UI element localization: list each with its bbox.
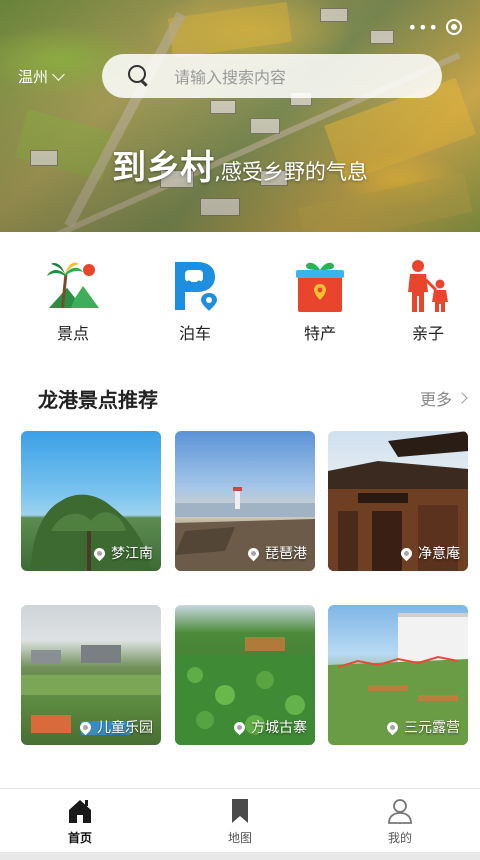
spot-card[interactable]: 方城古寨	[175, 605, 315, 745]
spot-name: 净意庵	[398, 543, 460, 563]
search-bar[interactable]: 请输入搜索内容	[102, 54, 442, 98]
chevron-down-icon	[52, 67, 65, 81]
location-pin-icon	[398, 545, 415, 561]
spot-name: 梦江南	[91, 543, 153, 563]
home-icon	[66, 797, 94, 825]
category-specialty[interactable]: 特产	[280, 258, 360, 344]
tab-home[interactable]: 首页	[40, 797, 120, 846]
more-link[interactable]: 更多	[419, 386, 468, 410]
category-label: 景点	[56, 324, 89, 343]
bookmark-icon	[226, 797, 254, 825]
user-icon	[386, 797, 414, 825]
chevron-right-icon	[456, 392, 468, 404]
location-pin-icon	[245, 545, 262, 561]
location-pin-icon	[384, 719, 401, 735]
parent-child-icon	[400, 258, 456, 314]
tab-label: 我的	[387, 831, 412, 845]
spot-card[interactable]: 三元露营	[328, 605, 468, 745]
tab-mine[interactable]: 我的	[360, 797, 440, 846]
bottom-strip	[0, 852, 480, 860]
section-title: 龙港景点推荐	[38, 388, 158, 412]
tab-label: 首页	[67, 831, 92, 845]
category-grid: 景点 泊车 特产 亲子	[0, 258, 480, 348]
spot-card[interactable]: 净意庵	[328, 431, 468, 571]
location-pin-icon	[231, 719, 248, 735]
more-label: 更多	[419, 390, 452, 409]
category-scenic[interactable]: 景点	[33, 258, 113, 344]
tab-label: 地图	[227, 831, 252, 845]
hero-slogan: 到乡村,感受乡野的气息	[0, 140, 480, 189]
spot-name: 儿童乐园	[77, 717, 153, 737]
category-family[interactable]: 亲子	[388, 258, 468, 344]
bottom-tab-bar: 首页 地图 我的	[0, 788, 480, 852]
slogan-main: 到乡村	[112, 148, 215, 188]
city-label: 温州	[18, 68, 49, 86]
mini-program-capsule[interactable]: •••	[404, 14, 466, 40]
spot-name: 方城古寨	[231, 717, 307, 737]
spot-name: 三元露营	[384, 717, 460, 737]
spot-card[interactable]: 琵琶港	[175, 431, 315, 571]
category-label: 亲子	[411, 324, 444, 343]
city-selector[interactable]: 温州	[18, 66, 65, 87]
location-pin-icon	[77, 719, 94, 735]
hero-banner: ••• 温州 请输入搜索内容 到乡村,感受乡野的气息	[0, 0, 480, 232]
spot-card[interactable]: 梦江南	[21, 431, 161, 571]
slogan-sub: ,感受乡野的气息	[214, 160, 368, 184]
tab-map[interactable]: 地图	[200, 797, 280, 846]
category-label: 泊车	[178, 324, 211, 343]
category-label: 特产	[303, 324, 336, 343]
location-pin-icon	[91, 545, 108, 561]
parking-icon	[167, 258, 223, 314]
palm-tree-icon	[45, 258, 101, 314]
spot-name: 琵琶港	[245, 543, 307, 563]
close-target-icon[interactable]	[446, 19, 463, 35]
more-dots-icon[interactable]: •••	[408, 18, 439, 37]
spot-card[interactable]: 儿童乐园	[21, 605, 161, 745]
gift-box-icon	[292, 258, 348, 314]
category-parking[interactable]: 泊车	[155, 258, 235, 344]
search-placeholder: 请输入搜索内容	[174, 68, 287, 87]
search-icon	[128, 65, 150, 87]
home-page: ••• 温州 请输入搜索内容 到乡村,感受乡野的气息 景点 泊车 特产 亲子 龙…	[0, 0, 480, 860]
